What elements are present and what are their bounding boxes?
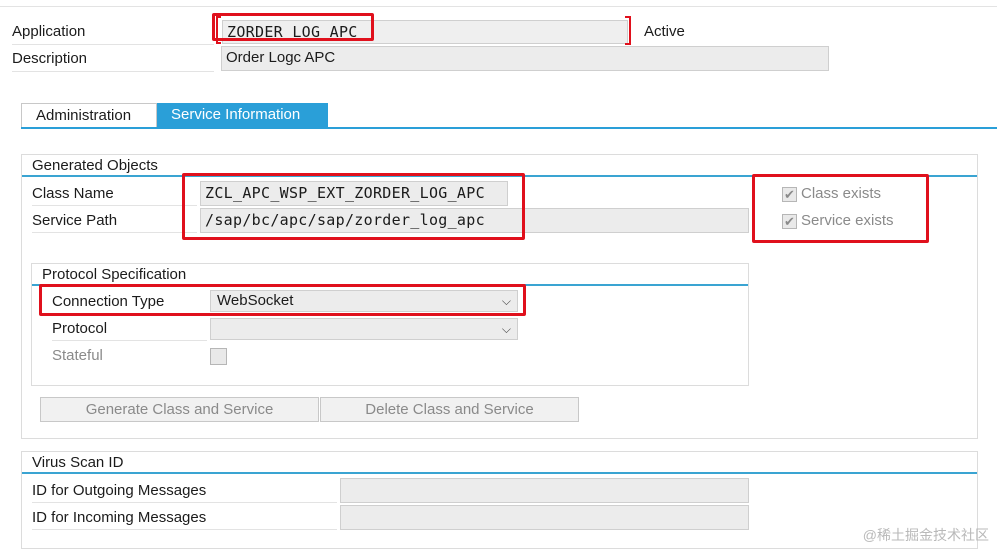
service-path-label: Service Path <box>32 212 197 233</box>
highlight-generated-objects <box>182 173 525 240</box>
protocol-label: Protocol <box>52 320 207 341</box>
description-field[interactable]: Order Logc APC <box>221 46 829 71</box>
protocol-select[interactable]: ⌵ <box>210 318 518 340</box>
status-text: Active <box>644 23 685 40</box>
highlight-connection-type <box>39 284 526 316</box>
application-label: Application <box>12 23 214 45</box>
protocol-specification-title: Protocol Specification <box>32 264 748 286</box>
incoming-id-field[interactable] <box>340 505 749 530</box>
outgoing-id-field[interactable] <box>340 478 749 503</box>
class-name-label: Class Name <box>32 185 197 206</box>
incoming-id-label: ID for Incoming Messages <box>32 509 337 530</box>
watermark: @稀土掘金技术社区 <box>862 527 989 543</box>
highlight-exists-checks <box>752 174 929 243</box>
outgoing-id-label: ID for Outgoing Messages <box>32 482 337 503</box>
description-label: Description <box>12 50 214 72</box>
stateful-label: Stateful <box>52 347 103 364</box>
required-bracket-right <box>625 16 631 45</box>
highlight-application <box>212 13 374 41</box>
tab-administration[interactable]: Administration <box>21 103 157 128</box>
tab-strip-underline <box>21 127 997 129</box>
stateful-checkbox[interactable] <box>210 348 227 365</box>
chevron-down-icon: ⌵ <box>501 322 511 336</box>
tab-service-information[interactable]: Service Information <box>157 103 328 128</box>
top-border <box>0 6 997 7</box>
generate-class-service-button[interactable]: Generate Class and Service <box>40 397 319 422</box>
virus-scan-title: Virus Scan ID <box>22 452 977 474</box>
delete-class-service-button[interactable]: Delete Class and Service <box>320 397 579 422</box>
